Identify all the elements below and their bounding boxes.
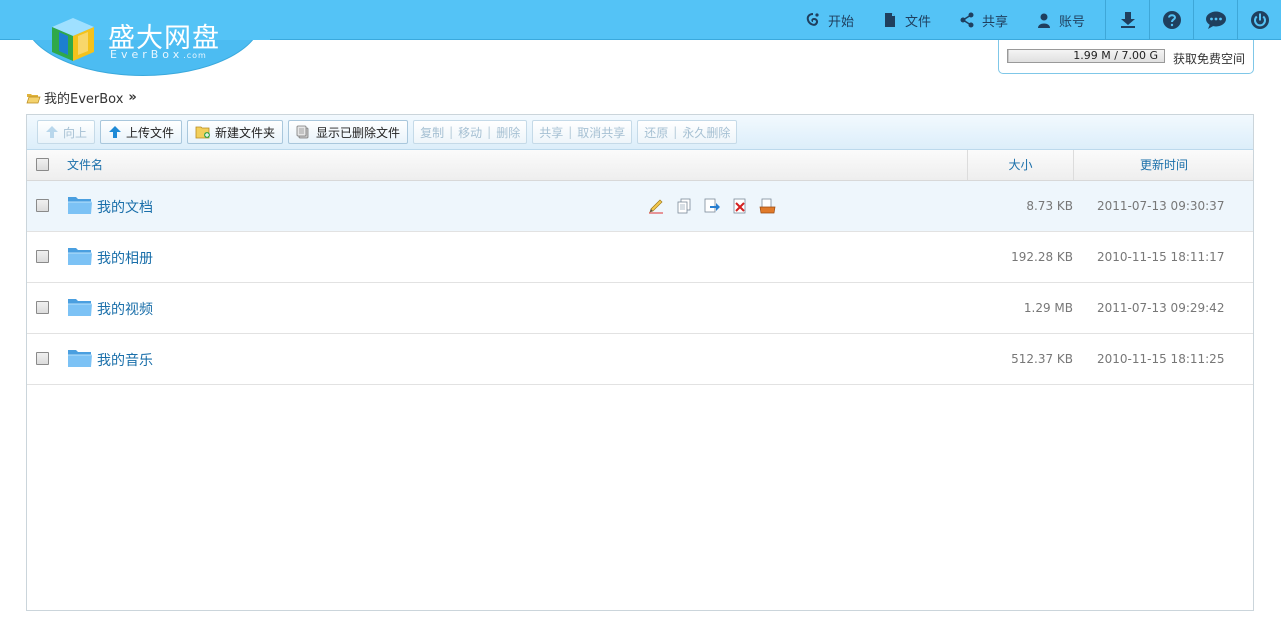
row-checkbox[interactable] [36,199,49,212]
quota-text: 1.99 M / 7.00 G [1073,49,1158,62]
edit-icon[interactable] [647,197,665,215]
nav-file[interactable]: 文件 [868,0,945,40]
edit-actions-group: 复制 | 移动 | 删除 [413,120,528,144]
file-time: 2011-07-13 09:29:42 [1097,301,1225,315]
nav-account-label: 账号 [1058,14,1085,30]
file-time: 2010-11-15 18:11:25 [1097,352,1225,366]
logo-domain: .com [183,51,207,60]
file-time: 2011-07-13 09:30:37 [1097,199,1225,213]
everbox-cube-logo[interactable] [48,14,98,64]
upload-button-label: 上传文件 [126,125,175,140]
move-icon[interactable] [703,197,721,215]
file-size: 512.37 KB [1011,352,1073,366]
help-icon [1162,11,1181,29]
select-all-checkbox[interactable] [36,158,49,171]
nav-start[interactable]: 开始 [791,0,868,40]
column-header-name[interactable]: 文件名 [67,150,103,180]
breadcrumb-separator: » [128,90,137,105]
share-actions-group: 共享 | 取消共享 [532,120,633,144]
restore-action[interactable]: 还原 [644,124,668,141]
restore-actions-group: 还原 | 永久删除 [637,120,738,144]
download-button[interactable] [1105,0,1149,40]
file-size: 8.73 KB [1026,199,1073,213]
table-header: 文件名 大小 更新时间 [27,150,1253,181]
nav-share[interactable]: 共享 [945,0,1022,40]
up-button[interactable]: 向上 [37,120,96,144]
upload-button[interactable]: 上传文件 [100,120,183,144]
folder-icon[interactable] [67,245,93,267]
table-row[interactable]: 我的视频 1.29 MB 2011-07-13 09:29:42 [27,283,1253,334]
folder-icon[interactable] [67,194,93,216]
row-checkbox[interactable] [36,250,49,263]
download-icon [1120,12,1135,28]
power-icon [1250,11,1269,29]
deleted-files-icon [296,125,309,139]
table-row[interactable]: 我的文档 8.73 KB 2011-07-13 09:30:37 [27,181,1253,232]
up-arrow-icon [46,126,58,138]
copy-icon[interactable] [675,197,693,215]
file-panel: 向上 上传文件 新建文件夹 显示已删除文件 复制 | 移动 | 删除 共享 | 取消 [26,114,1254,611]
column-header-size[interactable]: 大小 [967,150,1073,180]
folder-icon[interactable] [67,296,93,318]
nav-account[interactable]: 账号 [1022,0,1099,40]
share-action[interactable]: 共享 [539,124,563,141]
quota-bar: 1.99 M / 7.00 G [1007,49,1165,63]
file-name[interactable]: 我的视频 [97,299,153,319]
nav-share-label: 共享 [981,14,1008,30]
share-folder-icon[interactable] [759,197,777,215]
start-icon [806,13,819,26]
file-size: 192.28 KB [1011,250,1073,264]
row-actions [647,197,787,215]
show-deleted-button[interactable]: 显示已删除文件 [288,120,409,144]
file-icon [884,13,895,27]
file-name[interactable]: 我的相册 [97,248,153,268]
file-name[interactable]: 我的音乐 [97,350,153,370]
nav-file-label: 文件 [904,14,931,30]
row-checkbox[interactable] [36,301,49,314]
help-button[interactable] [1149,0,1193,40]
get-free-space-link[interactable]: 获取免费空间 [1173,50,1245,67]
everbox-page: 盛大网盘 EverBox.com 开始 文件 共享 账号 1.99 M / 7.… [0,0,1281,617]
permanent-delete-action[interactable]: 永久删除 [682,124,730,141]
delete-action[interactable]: 删除 [496,124,520,141]
new-folder-icon [195,126,211,139]
logo-brand: EverBox [110,48,184,61]
unshare-action[interactable]: 取消共享 [577,124,625,141]
new-folder-button-label: 新建文件夹 [215,125,276,140]
user-icon [1037,13,1050,28]
show-deleted-button-label: 显示已删除文件 [316,125,401,140]
table-row[interactable]: 我的音乐 512.37 KB 2010-11-15 18:11:25 [27,334,1253,385]
file-size: 1.29 MB [1023,301,1073,315]
breadcrumb: 我的EverBox » [26,88,137,107]
file-name[interactable]: 我的文档 [97,197,153,217]
open-folder-icon [26,93,41,103]
copy-action[interactable]: 复制 [420,124,444,141]
quota-box: 1.99 M / 7.00 G 获取免费空间 [998,40,1254,74]
new-folder-button[interactable]: 新建文件夹 [187,120,284,144]
column-header-time[interactable]: 更新时间 [1073,150,1254,180]
row-checkbox[interactable] [36,352,49,365]
logo-subtitle: EverBox.com [110,48,207,61]
table-row[interactable]: 我的相册 192.28 KB 2010-11-15 18:11:17 [27,232,1253,283]
breadcrumb-root[interactable]: 我的EverBox [44,88,123,107]
logout-button[interactable] [1237,0,1281,40]
folder-icon[interactable] [67,347,93,369]
share-icon [960,12,974,28]
chat-button[interactable] [1193,0,1237,40]
up-button-label: 向上 [63,125,88,140]
upload-arrow-icon [109,126,122,138]
move-action[interactable]: 移动 [458,124,482,141]
top-nav: 开始 文件 共享 账号 [791,0,1281,40]
toolbar: 向上 上传文件 新建文件夹 显示已删除文件 复制 | 移动 | 删除 共享 | 取消 [27,115,1253,150]
delete-icon[interactable] [731,197,749,215]
nav-start-label: 开始 [827,14,854,30]
chat-icon [1205,11,1226,29]
file-time: 2010-11-15 18:11:17 [1097,250,1225,264]
